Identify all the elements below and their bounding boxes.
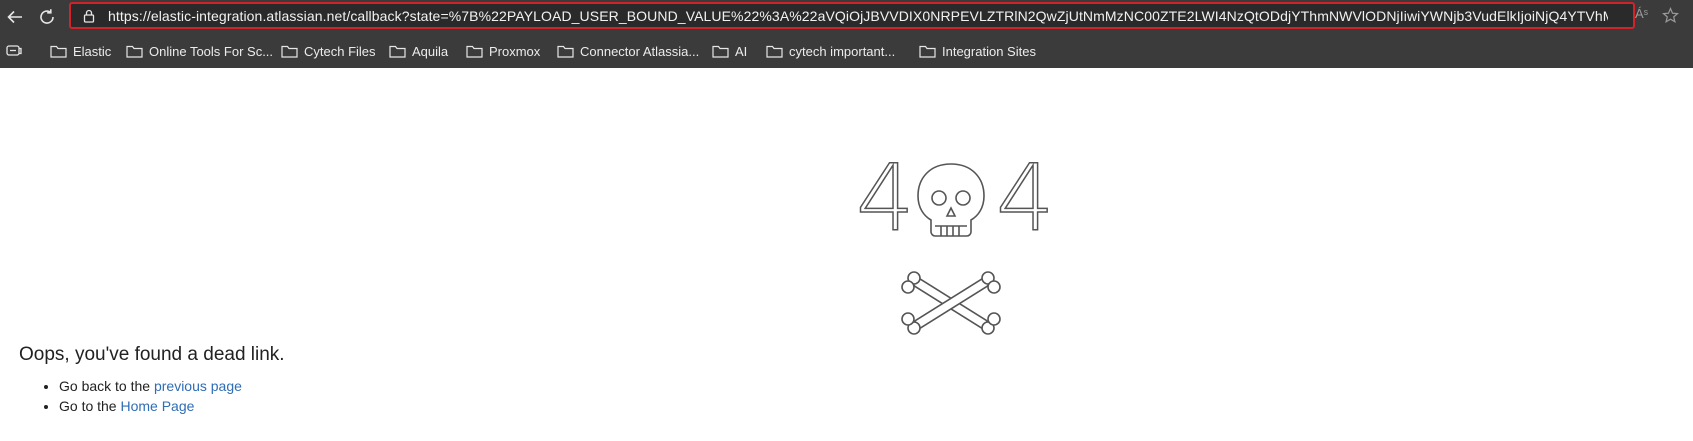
bookmarks-bar: Elastic Online Tools For Sc... Cytech Fi… bbox=[0, 34, 1693, 68]
error-page: 4 4 Oops, you've found a dead link. • Go… bbox=[0, 68, 1693, 441]
refresh-icon bbox=[40, 9, 54, 24]
bookmark-cytech-important[interactable]: cytech important... bbox=[766, 41, 895, 61]
error-code-left: 4 bbox=[856, 156, 915, 252]
favorite-button[interactable] bbox=[1662, 6, 1679, 24]
bookmark-ai[interactable]: AI bbox=[712, 41, 747, 61]
bookmark-label: Cytech Files bbox=[304, 43, 376, 59]
previous-page-link[interactable]: previous page bbox=[154, 378, 242, 394]
folder-icon bbox=[557, 44, 574, 58]
bookmark-aquila[interactable]: Aquila bbox=[389, 41, 448, 61]
bookmark-online-tools[interactable]: Online Tools For Sc... bbox=[126, 41, 273, 61]
link-prefix: Go back to the bbox=[59, 378, 154, 394]
home-page-link[interactable]: Home Page bbox=[120, 398, 194, 414]
bookmark-connector-atlassian[interactable]: Connector Atlassia... bbox=[557, 41, 699, 61]
bookmark-label: Integration Sites bbox=[942, 43, 1036, 59]
list-item: Go to the Home Page bbox=[59, 396, 242, 416]
bookmark-label: AI bbox=[735, 43, 748, 59]
browser-chrome: https://elastic-integration.atlassian.ne… bbox=[0, 0, 1693, 68]
bookmark-label: Aquila bbox=[412, 43, 449, 59]
folder-icon bbox=[281, 44, 298, 58]
apps-icon[interactable] bbox=[6, 44, 22, 58]
read-aloud-button[interactable]: Áˢ bbox=[1635, 6, 1648, 21]
bookmark-proxmox[interactable]: Proxmox bbox=[466, 41, 540, 61]
folder-icon bbox=[766, 44, 783, 58]
404-graphic: 4 4 bbox=[855, 144, 1055, 361]
folder-icon bbox=[389, 44, 406, 58]
refresh-button[interactable] bbox=[33, 3, 61, 31]
error-code-right: 4 bbox=[996, 156, 1054, 252]
skull-crossbones-icon bbox=[901, 163, 1001, 335]
list-item: Go back to the previous page bbox=[59, 376, 242, 396]
address-bar[interactable]: https://elastic-integration.atlassian.ne… bbox=[69, 2, 1635, 29]
bookmark-label: Online Tools For Sc... bbox=[149, 43, 274, 59]
bookmark-label: cytech important... bbox=[789, 43, 896, 59]
lock-icon bbox=[82, 9, 96, 23]
star-icon bbox=[1662, 6, 1679, 24]
folder-icon bbox=[126, 44, 143, 58]
back-arrow-icon bbox=[7, 10, 22, 24]
url-text[interactable]: https://elastic-integration.atlassian.ne… bbox=[108, 8, 1608, 24]
folder-icon bbox=[466, 44, 483, 58]
bookmark-elastic[interactable]: Elastic bbox=[50, 41, 111, 61]
page-title: Oops, you've found a dead link. bbox=[19, 344, 285, 365]
help-links: Go back to the previous page Go to the H… bbox=[41, 376, 242, 416]
bookmark-label: Proxmox bbox=[489, 43, 541, 59]
bookmark-cytech-files[interactable]: Cytech Files bbox=[281, 41, 376, 61]
browser-toolbar: https://elastic-integration.atlassian.ne… bbox=[0, 0, 1693, 34]
back-button[interactable] bbox=[1, 3, 29, 31]
bookmark-label: Connector Atlassia... bbox=[580, 43, 700, 59]
folder-icon bbox=[50, 44, 67, 58]
folder-icon bbox=[712, 44, 729, 58]
bookmark-integration-sites[interactable]: Integration Sites bbox=[919, 41, 1036, 61]
link-prefix: Go to the bbox=[59, 398, 121, 414]
folder-icon bbox=[919, 44, 936, 58]
bookmark-label: Elastic bbox=[73, 43, 112, 59]
